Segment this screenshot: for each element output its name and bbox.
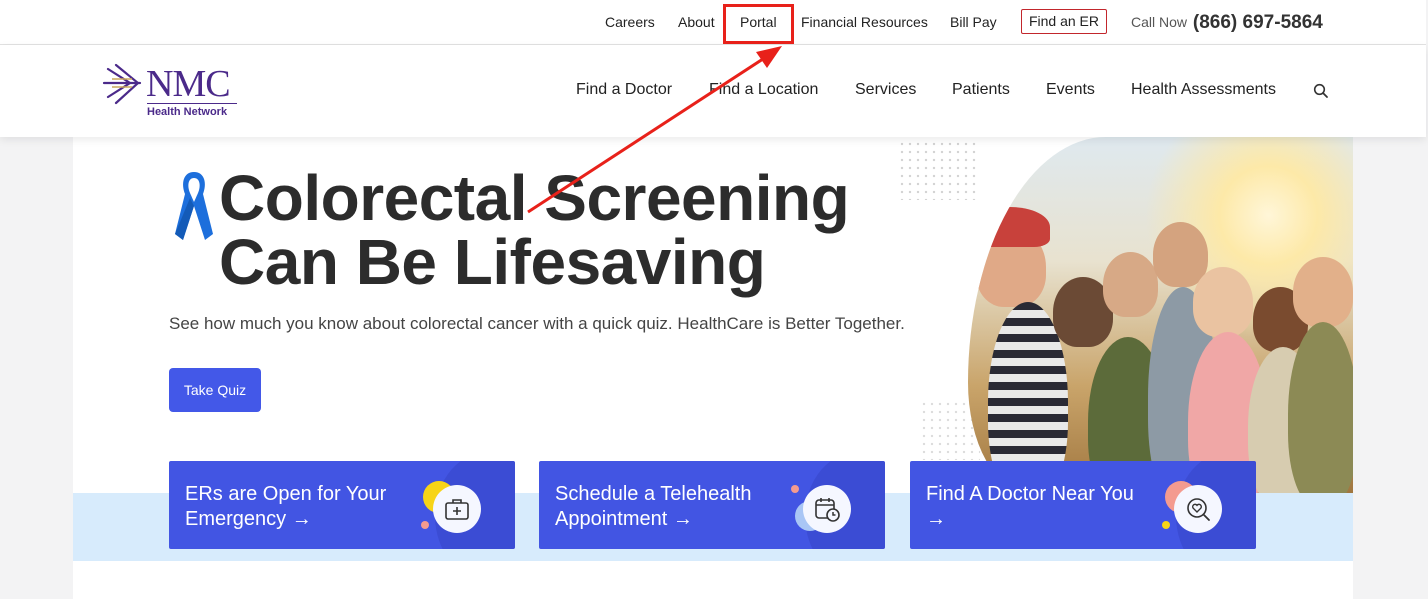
telehealth-card-line-1: Schedule a Telehealth: [555, 483, 752, 505]
heart-search-icon: [1174, 485, 1222, 533]
er-card-line-1: ERs are Open for Your: [185, 483, 387, 505]
hero-title-line-1: Colorectal Screening: [219, 162, 850, 234]
telehealth-card-text: Schedule a Telehealth Appointment →: [555, 482, 751, 532]
find-doctor-card-text: Find A Doctor Near You →: [926, 482, 1134, 532]
logo-subtitle: Health Network: [147, 106, 228, 118]
about-link[interactable]: About: [678, 13, 715, 31]
telehealth-card-line-2: Appointment →: [555, 508, 693, 530]
nav-patients[interactable]: Patients: [952, 80, 1010, 100]
nav-find-a-doctor[interactable]: Find a Doctor: [576, 80, 672, 100]
logo-mark-icon: [102, 63, 142, 105]
careers-link[interactable]: Careers: [605, 13, 655, 31]
logo-wordmark: NMC: [146, 63, 231, 105]
nav-find-a-location[interactable]: Find a Location: [709, 80, 818, 100]
first-aid-kit-icon: [433, 485, 481, 533]
hero-title: Colorectal Screening Can Be Lifesaving: [219, 162, 850, 298]
utility-bar: Careers About Portal Financial Resources…: [0, 0, 1426, 45]
nav-health-assessments[interactable]: Health Assessments: [1131, 80, 1276, 100]
decor-dot: [1162, 521, 1170, 529]
call-now: Call Now (866) 697-5864: [1131, 11, 1323, 33]
er-open-card[interactable]: ERs are Open for Your Emergency →: [169, 461, 515, 549]
decor-dot: [421, 521, 429, 529]
nmc-logo[interactable]: NMC Health Network: [102, 61, 242, 121]
calendar-clock-icon: [803, 485, 851, 533]
portal-highlight-box: [723, 4, 794, 44]
find-doctor-card-line-1: Find A Doctor Near You: [926, 483, 1134, 505]
dot-pattern-top: [898, 140, 978, 200]
nav-events[interactable]: Events: [1046, 80, 1095, 100]
telehealth-card[interactable]: Schedule a Telehealth Appointment →: [539, 461, 885, 549]
find-doctor-card[interactable]: Find A Doctor Near You →: [910, 461, 1256, 549]
bill-pay-link[interactable]: Bill Pay: [950, 13, 997, 31]
er-card-text: ERs are Open for Your Emergency →: [185, 482, 386, 532]
awareness-ribbon-icon: [175, 172, 213, 240]
hero-title-line-2: Can Be Lifesaving: [219, 226, 766, 298]
logo-divider: [147, 103, 237, 104]
decor-dot: [791, 485, 799, 493]
hero-photo-group-of-friends: [968, 137, 1353, 493]
find-doctor-card-line-2: →: [926, 508, 946, 530]
financial-resources-link[interactable]: Financial Resources: [801, 13, 928, 31]
search-icon[interactable]: [1313, 83, 1329, 99]
main-header: NMC Health Network Find a Doctor Find a …: [0, 45, 1426, 137]
call-now-label: Call Now: [1131, 14, 1188, 30]
take-quiz-button[interactable]: Take Quiz: [169, 368, 261, 412]
find-er-button[interactable]: Find an ER: [1021, 9, 1107, 34]
er-card-line-2: Emergency →: [185, 508, 312, 530]
phone-number-link[interactable]: (866) 697-5864: [1193, 12, 1323, 33]
nav-services[interactable]: Services: [855, 80, 916, 100]
hero-subtitle: See how much you know about colorectal c…: [169, 314, 905, 333]
